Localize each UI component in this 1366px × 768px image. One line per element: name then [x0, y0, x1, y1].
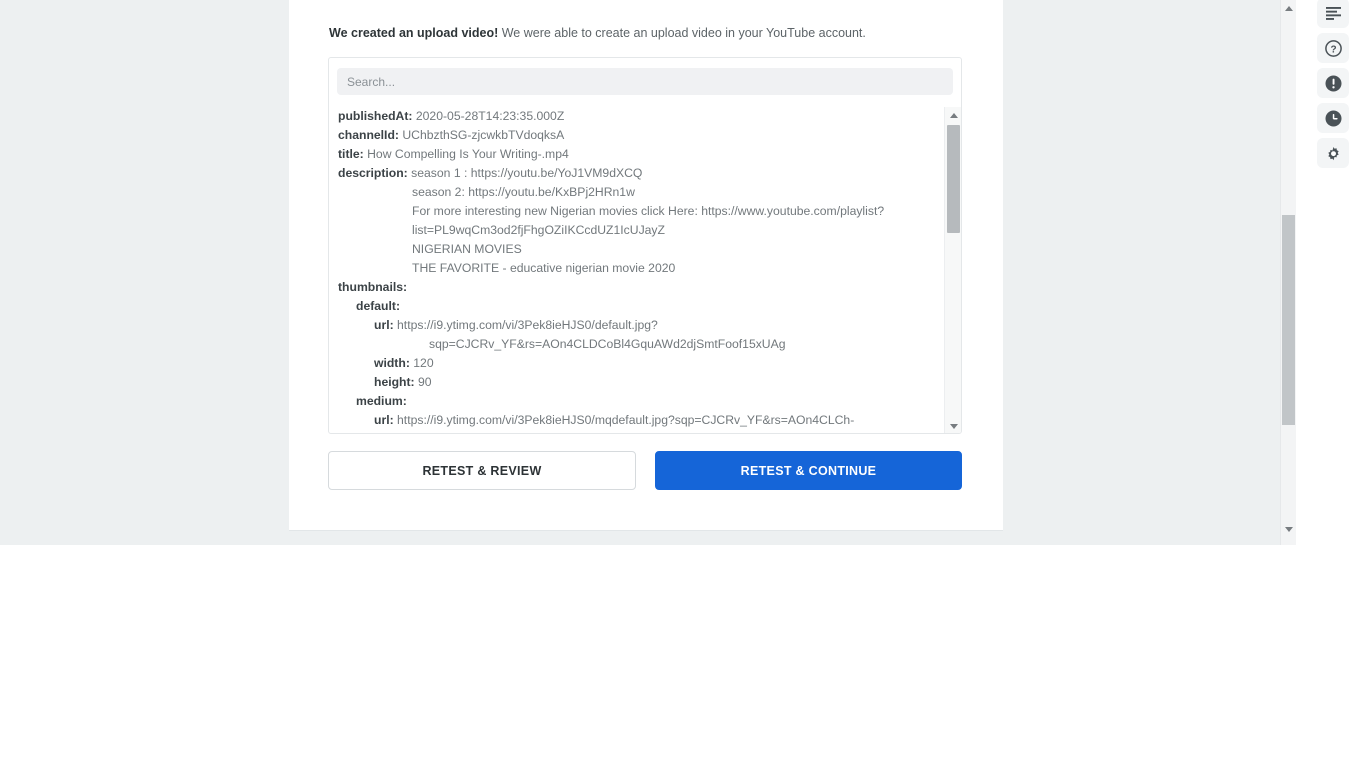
json-content: publishedAt: 2020-05-28T14:23:35.000Z cha…: [329, 107, 945, 433]
json-key: medium:: [356, 394, 407, 408]
action-button-row: RETEST & REVIEW RETEST & CONTINUE: [328, 451, 962, 490]
json-row: thumbnails:: [329, 278, 945, 297]
retest-and-continue-button[interactable]: RETEST & CONTINUE: [655, 451, 962, 490]
json-value: NIGERIAN MOVIES: [412, 242, 522, 256]
json-value: season 1 : https://youtu.be/YoJ1VM9dXCQ: [411, 166, 643, 180]
json-key: default:: [356, 299, 401, 313]
json-value: THE FAVORITE - educative nigerian movie …: [412, 261, 676, 275]
json-row: publishedAt: 2020-05-28T14:23:35.000Z: [329, 107, 945, 126]
json-row: title: How Compelling Is Your Writing-.m…: [329, 145, 945, 164]
gear-icon: [1325, 145, 1342, 162]
json-value: For more interesting new Nigerian movies…: [412, 204, 885, 218]
json-value: https://i9.ytimg.com/vi/3Pek8ieHJS0/mqde…: [397, 413, 855, 427]
page-scrollbar-thumb[interactable]: [1282, 215, 1295, 425]
json-row: channelId: UChbzthSG-zjcwkbTVdoqksA: [329, 126, 945, 145]
settings-icon-button[interactable]: [1317, 138, 1349, 168]
alert-message: We created an upload video! We were able…: [329, 25, 979, 41]
json-value: 2020-05-28T14:23:35.000Z: [415, 109, 565, 123]
json-scrollbar-up-arrow[interactable]: [945, 107, 961, 123]
page-scrollbar-up-arrow[interactable]: [1281, 0, 1296, 16]
json-key: url:: [374, 413, 394, 427]
content-card: We created an upload video! We were able…: [289, 0, 1003, 531]
json-row: medium:: [329, 392, 945, 411]
alert-icon-button[interactable]: [1317, 68, 1349, 98]
json-row: default:: [329, 297, 945, 316]
json-row: url: https://i9.ytimg.com/vi/3Pek8ieHJS0…: [329, 411, 945, 430]
list-icon: [1325, 6, 1341, 20]
json-row: list=PL9wqCm3od2fjFhgOZiIKCcdUZ1IcUJayZ: [329, 221, 945, 240]
chevron-up-icon: [1284, 5, 1293, 11]
json-row: season 2: https://youtu.be/KxBPj2HRn1w: [329, 183, 945, 202]
alert-body-text: We were able to create an upload video i…: [498, 26, 866, 40]
json-viewer-panel: publishedAt: 2020-05-28T14:23:35.000Zcha…: [328, 57, 962, 434]
list-icon-button[interactable]: [1317, 0, 1349, 28]
json-key: url:: [374, 318, 394, 332]
json-key: description:: [338, 166, 408, 180]
help-circle-icon: ?: [1324, 39, 1342, 57]
json-key: width:: [374, 356, 410, 370]
json-value: https://i9.ytimg.com/vi/3Pek8ieHJS0/defa…: [397, 318, 658, 332]
json-value: 120: [413, 356, 434, 370]
json-key: thumbnails:: [338, 280, 408, 294]
json-scrollbar-thumb[interactable]: [947, 125, 960, 233]
chevron-down-icon: [1284, 526, 1293, 532]
chevron-up-icon: [949, 112, 958, 118]
search-field-wrapper: [337, 68, 953, 95]
json-value: 90: [418, 375, 432, 389]
json-row: NIGERIAN MOVIES: [329, 240, 945, 259]
alert-strong-text: We created an upload video!: [329, 26, 499, 40]
json-scrollbar[interactable]: [944, 107, 961, 433]
json-row: THE FAVORITE - educative nigerian movie …: [329, 259, 945, 278]
json-row: height: 90: [329, 373, 945, 392]
json-value: season 2: https://youtu.be/KxBPj2HRn1w: [412, 185, 635, 199]
clock-icon: [1325, 110, 1342, 127]
json-row: sqp=CJCRv_YF&rs=AOn4CLDCoBl4GquAWd2djSmt…: [329, 335, 945, 354]
json-value: sqp=CJCRv_YF&rs=AOn4CLDCoBl4GquAWd2djSmt…: [429, 337, 786, 351]
page-scrollbar[interactable]: [1280, 0, 1296, 545]
page-scrollbar-down-arrow[interactable]: [1281, 521, 1296, 537]
json-key: height:: [374, 375, 415, 389]
json-row: For more interesting new Nigerian movies…: [329, 202, 945, 221]
json-key: channelId:: [338, 128, 399, 142]
search-input[interactable]: [337, 68, 953, 95]
json-row: width: 120: [329, 354, 945, 373]
json-value: UChbzthSG-zjcwkbTVdoqksA: [402, 128, 565, 142]
json-key: title:: [338, 147, 364, 161]
help-icon-button[interactable]: ?: [1317, 33, 1349, 63]
json-scrollbar-down-arrow[interactable]: [945, 418, 961, 433]
json-value: How Compelling Is Your Writing-.mp4: [367, 147, 569, 161]
alert-circle-icon: [1325, 75, 1342, 92]
json-value: list=PL9wqCm3od2fjFhgOZiIKCcdUZ1IcUJayZ: [412, 223, 665, 237]
retest-and-review-button[interactable]: RETEST & REVIEW: [328, 451, 636, 490]
json-key: publishedAt:: [338, 109, 413, 123]
svg-text:?: ?: [1330, 44, 1336, 55]
chevron-down-icon: [949, 423, 958, 429]
json-row: url: https://i9.ytimg.com/vi/3Pek8ieHJS0…: [329, 316, 945, 335]
right-icon-rail: ?: [1296, 0, 1366, 768]
json-row: description: season 1 : https://youtu.be…: [329, 164, 945, 183]
clock-icon-button[interactable]: [1317, 103, 1349, 133]
